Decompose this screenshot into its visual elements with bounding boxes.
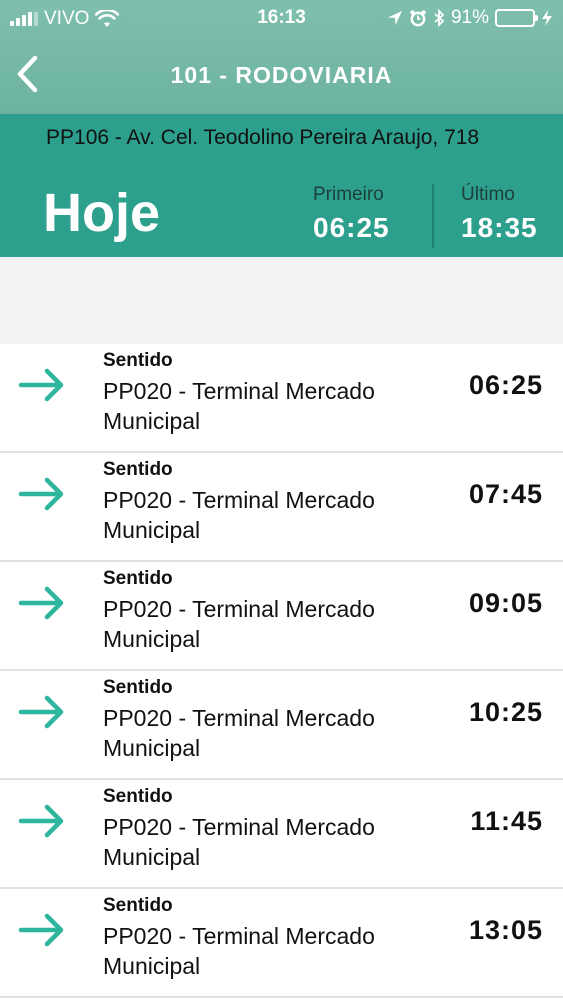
list-item[interactable]: Sentido PP020 - Terminal Mercado Municip…: [0, 889, 563, 998]
departure-time: 09:05: [468, 588, 543, 618]
arrow-right-icon: [18, 913, 64, 947]
last-departure-label: Último: [461, 184, 515, 205]
departure-time: 13:05: [468, 915, 543, 945]
departure-time: 11:45: [470, 806, 543, 836]
departure-time: 07:45: [468, 479, 543, 509]
departure-time: 10:25: [468, 697, 543, 727]
list-item[interactable]: Sentido PP020 - Terminal Mercado Municip…: [0, 780, 563, 889]
alarm-icon: [410, 10, 426, 27]
lightning-icon: [542, 10, 552, 26]
direction-label: Sentido: [103, 677, 173, 698]
battery-icon: [495, 9, 538, 27]
first-departure-time: 06:25: [313, 212, 390, 243]
direction-label: Sentido: [103, 568, 173, 589]
direction-label: Sentido: [103, 350, 173, 371]
departure-time: 06:25: [468, 370, 543, 400]
page-title: 101 - RODOVIARIA: [170, 62, 393, 88]
battery-percent: 91%: [450, 7, 489, 28]
arrow-right-icon: [18, 368, 64, 402]
list-item[interactable]: Sentido PP020 - Terminal Mercado Municip…: [0, 453, 563, 562]
first-departure-label: Primeiro: [313, 184, 384, 205]
app-header: VIVO 16:13 91% 101 - RODOVIARIA: [0, 0, 563, 114]
status-bar: VIVO 16:13 91%: [0, 0, 563, 36]
day-label: Hoje: [43, 183, 161, 243]
stop-name: PP106 - Av. Cel. Teodolino Pereira Arauj…: [46, 126, 480, 149]
list-item[interactable]: Sentido PP020 - Terminal Mercado Municip…: [0, 344, 563, 453]
list-item[interactable]: Sentido PP020 - Terminal Mercado Municip…: [0, 671, 563, 780]
route-summary: PP106 - Av. Cel. Teodolino Pereira Arauj…: [0, 114, 563, 257]
divider: [432, 184, 434, 248]
arrow-right-icon: [18, 695, 64, 729]
list-item[interactable]: Sentido PP020 - Terminal Mercado Municip…: [0, 562, 563, 671]
destination: PP020 - Terminal Mercado Municipal: [103, 705, 375, 761]
direction-label: Sentido: [103, 895, 173, 916]
last-departure: Último 18:35: [461, 184, 538, 244]
departure-list: Sentido PP020 - Terminal Mercado Municip…: [0, 344, 563, 998]
location-arrow-icon: [387, 11, 402, 25]
bluetooth-icon: [434, 9, 445, 27]
section-spacer: [0, 257, 563, 344]
destination: PP020 - Terminal Mercado Municipal: [103, 923, 375, 979]
destination: PP020 - Terminal Mercado Municipal: [103, 378, 375, 434]
direction-label: Sentido: [103, 459, 173, 480]
destination: PP020 - Terminal Mercado Municipal: [103, 596, 375, 652]
navigation-bar: 101 - RODOVIARIA: [0, 40, 563, 110]
last-departure-time: 18:35: [461, 212, 538, 243]
first-departure: Primeiro 06:25: [313, 184, 390, 244]
destination: PP020 - Terminal Mercado Municipal: [103, 814, 375, 870]
arrow-right-icon: [18, 586, 64, 620]
arrow-right-icon: [18, 477, 64, 511]
arrow-right-icon: [18, 804, 64, 838]
status-right: 91%: [387, 7, 553, 29]
destination: PP020 - Terminal Mercado Municipal: [103, 487, 375, 543]
direction-label: Sentido: [103, 786, 173, 807]
